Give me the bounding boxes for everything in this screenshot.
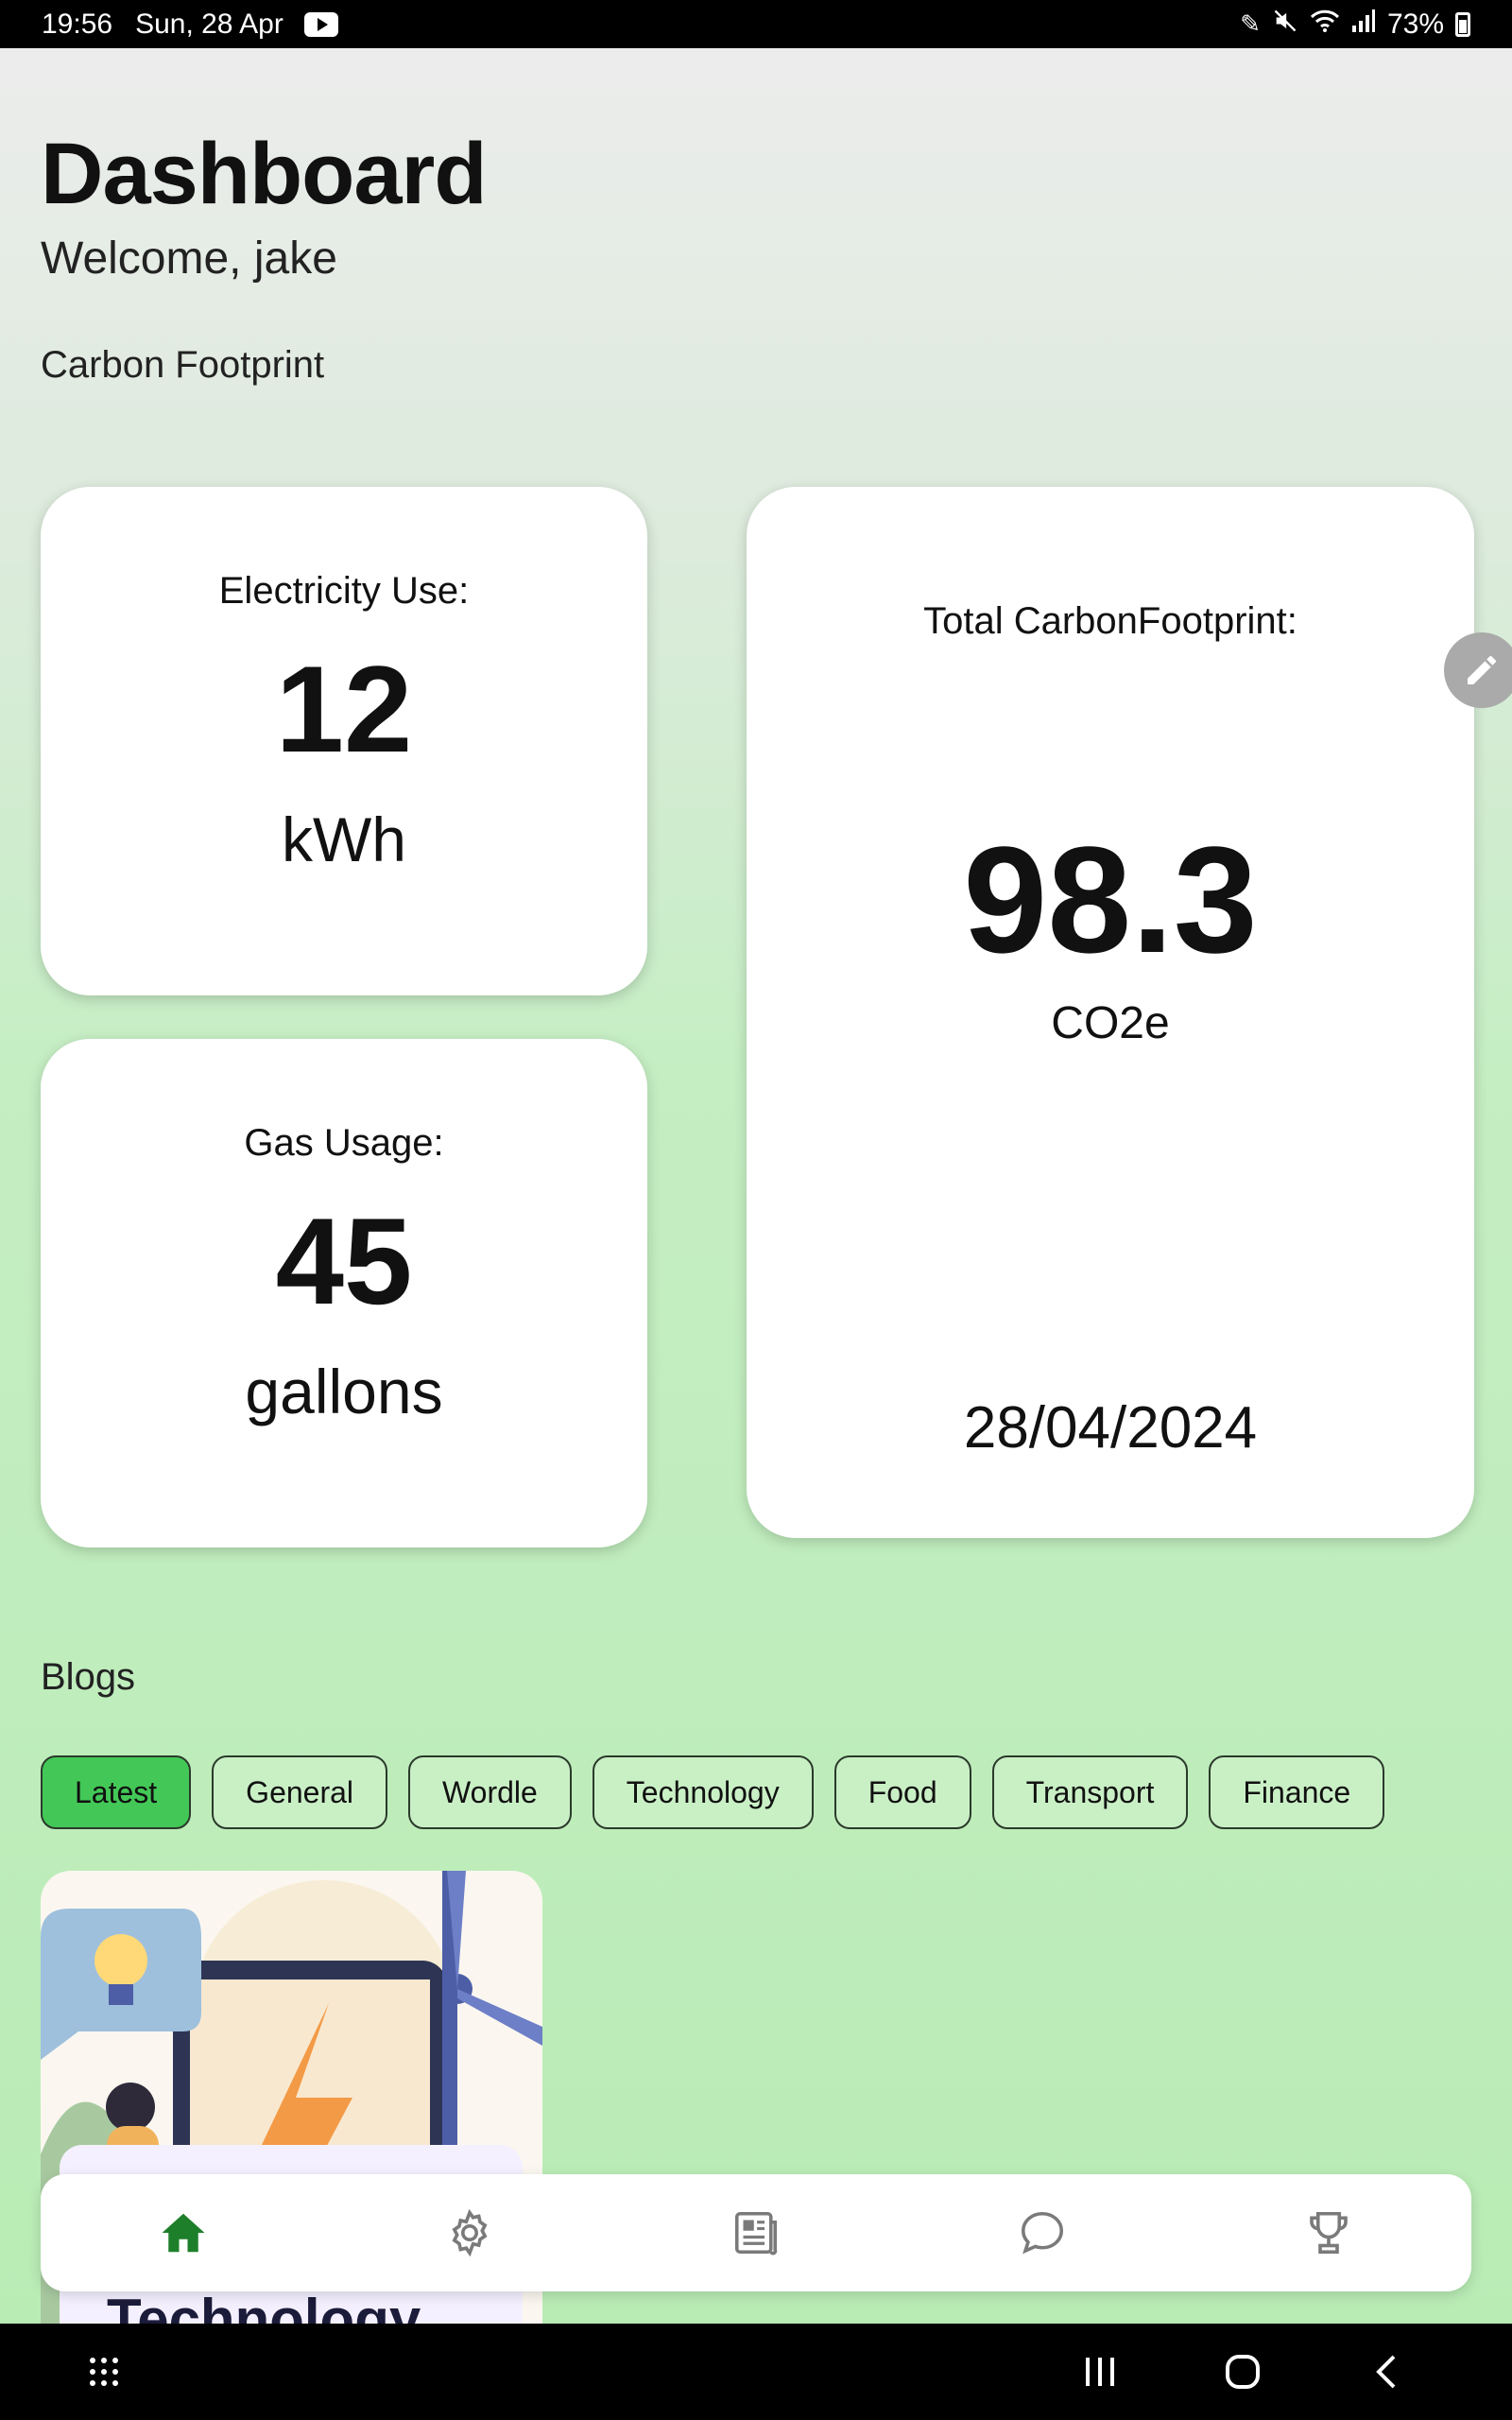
status-date: Sun, 28 Apr [135, 8, 284, 40]
chip-general[interactable]: General [212, 1755, 388, 1829]
welcome-text: Welcome, jake [41, 233, 337, 284]
recents-icon [1086, 2358, 1114, 2386]
edit-button[interactable] [1444, 632, 1512, 708]
system-nav-bar [0, 2324, 1512, 2420]
back-button[interactable] [1357, 2324, 1418, 2420]
blog-card-title: Technology [107, 2288, 421, 2324]
chip-finance[interactable]: Finance [1209, 1755, 1385, 1829]
electricity-label: Electricity Use: [218, 570, 470, 612]
total-label: Total CarbonFootprint: [923, 600, 1297, 642]
status-time: 19:56 [42, 8, 113, 40]
nav-chat[interactable] [986, 2186, 1099, 2280]
signal-icon [1351, 9, 1376, 40]
gas-card[interactable]: Gas Usage: 45 gallons [41, 1039, 647, 1547]
home-icon [162, 2213, 205, 2253]
page-title: Dashboard [41, 126, 488, 222]
total-footprint-card[interactable]: Total CarbonFootprint: 98.3 CO2e 28/04/2… [747, 487, 1474, 1538]
bottom-nav [41, 2174, 1471, 2291]
wifi-icon [1310, 9, 1340, 40]
status-icons: ✎ 73% [1240, 8, 1470, 41]
recents-button[interactable] [1070, 2324, 1130, 2420]
home-system-button[interactable] [1212, 2324, 1273, 2420]
settings-icon [452, 2208, 488, 2257]
chip-latest[interactable]: Latest [41, 1755, 192, 1829]
gas-unit: gallons [245, 1357, 443, 1426]
gas-label: Gas Usage: [244, 1122, 444, 1164]
apps-grid-button[interactable] [76, 2324, 132, 2420]
back-icon [1376, 2355, 1396, 2389]
electricity-unit: kWh [282, 804, 406, 874]
app-screen: Dashboard Welcome, jake Carbon Footprint… [0, 48, 1512, 2324]
nav-home[interactable] [127, 2186, 240, 2280]
nav-trophy[interactable] [1272, 2186, 1385, 2280]
pen-icon: ✎ [1240, 9, 1261, 38]
pencil-icon [1468, 655, 1496, 684]
chip-food[interactable]: Food [833, 1755, 971, 1829]
home-circle-icon [1226, 2355, 1260, 2389]
carbon-footprint-heading: Carbon Footprint [41, 344, 325, 386]
status-bar: 19:56 Sun, 28 Apr ✎ 73% [0, 0, 1512, 48]
electricity-value: 12 [275, 640, 413, 778]
chat-icon [1021, 2211, 1063, 2255]
electricity-card[interactable]: Electricity Use: 12 kWh [41, 487, 647, 995]
apps-grid-icon [90, 2358, 118, 2386]
chip-transport[interactable]: Transport [991, 1755, 1189, 1829]
total-unit: CO2e [1051, 998, 1170, 1048]
chip-wordle[interactable]: Wordle [408, 1755, 572, 1829]
chip-technology[interactable]: Technology [592, 1755, 814, 1829]
youtube-icon [303, 11, 338, 37]
nav-news[interactable] [699, 2186, 813, 2280]
total-date: 28/04/2024 [963, 1395, 1258, 1461]
blog-category-chips: Latest General Wordle Technology Food Tr… [41, 1755, 1385, 1829]
trophy-icon [1309, 2211, 1348, 2255]
gas-value: 45 [275, 1192, 413, 1330]
blogs-heading: Blogs [41, 1656, 136, 1698]
nav-settings[interactable] [413, 2186, 526, 2280]
battery-percent: 73% [1386, 8, 1444, 40]
news-icon [734, 2211, 778, 2256]
total-value: 98.3 [963, 815, 1258, 984]
mute-icon [1272, 8, 1298, 41]
battery-icon [1455, 11, 1470, 37]
